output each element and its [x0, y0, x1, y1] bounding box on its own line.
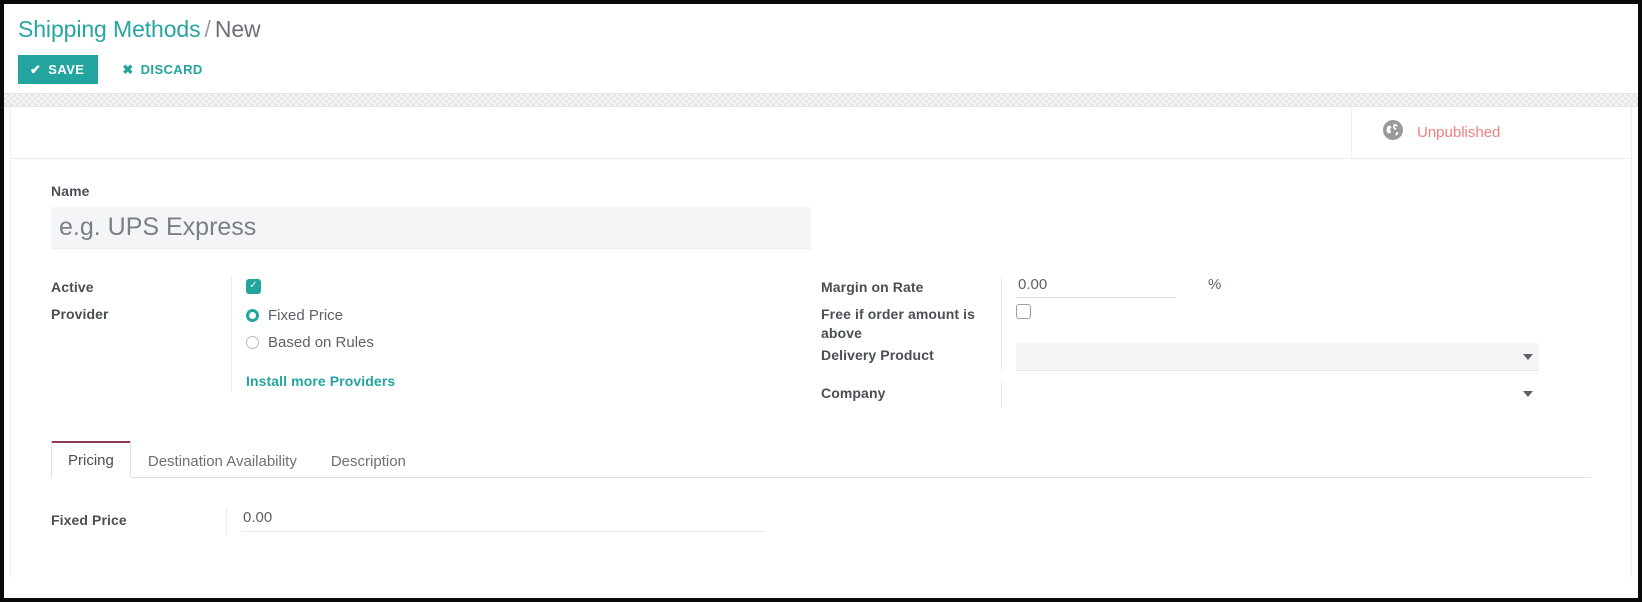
provider-option-label: Fixed Price: [268, 307, 344, 324]
tab-destination-availability[interactable]: Destination Availability: [131, 443, 314, 478]
chevron-down-icon[interactable]: [1523, 354, 1533, 360]
discard-button[interactable]: ✖ DISCARD: [110, 55, 214, 84]
breadcrumb-current: New: [214, 16, 261, 42]
breadcrumb-separator: /: [204, 16, 211, 42]
chevron-down-icon[interactable]: [1523, 391, 1533, 397]
active-checkbox[interactable]: ✓: [246, 278, 261, 294]
provider-value: Fixed Price Based on Rules Install more …: [231, 302, 821, 391]
discard-button-label: DISCARD: [140, 61, 203, 77]
percent-suffix: %: [1208, 276, 1222, 293]
fixed-price-input[interactable]: [241, 508, 765, 532]
tab-description[interactable]: Description: [314, 443, 423, 478]
free-if-order-amount-row: Free if order amount is above: [821, 302, 1591, 343]
install-more-providers-link[interactable]: Install more Providers: [246, 373, 395, 389]
name-field-group: Name: [51, 183, 1591, 249]
fixed-price-label: Fixed Price: [51, 512, 127, 528]
notebook: Pricing Destination Availability Descrip…: [11, 440, 1631, 535]
company-label: Company: [821, 385, 886, 401]
provider-label: Provider: [51, 306, 109, 322]
radio-unselected-icon: [246, 336, 259, 349]
provider-radio-based-on-rules[interactable]: Based on Rules: [246, 329, 821, 356]
name-label: Name: [51, 183, 90, 199]
save-button-label: SAVE: [48, 61, 85, 77]
sheet-header: Unpublished: [11, 107, 1631, 159]
margin-on-rate-input[interactable]: [1016, 275, 1176, 298]
check-icon: ✔: [30, 61, 42, 77]
sheet-top-texture: [4, 93, 1638, 107]
app-window: Shipping Methods/New ✔ SAVE ✖ DISCARD: [0, 0, 1642, 602]
fixed-price-value: [226, 508, 1591, 535]
active-value: ✓: [231, 275, 821, 302]
delivery-product-input[interactable]: [1016, 343, 1539, 371]
save-button[interactable]: ✔ SAVE: [18, 54, 99, 84]
delivery-product-value: [1001, 343, 1591, 371]
form-sheet: Unpublished Name Active ✓: [10, 107, 1632, 577]
margin-on-rate-row: Margin on Rate %: [821, 275, 1591, 302]
active-label: Active: [51, 279, 94, 295]
breadcrumb-root-link[interactable]: Shipping Methods: [18, 16, 201, 42]
tab-pane-pricing: Fixed Price: [51, 478, 1591, 535]
provider-option-label: Based on Rules: [268, 334, 374, 351]
provider-field-row: Provider Fixed Price Based on Rules Inst…: [51, 302, 821, 391]
notebook-tabs: Pricing Destination Availability Descrip…: [51, 440, 1591, 478]
action-button-row: ✔ SAVE ✖ DISCARD: [18, 53, 1638, 85]
form-column-right: Margin on Rate % Free if order amount is…: [821, 275, 1591, 408]
provider-radio-fixed-price[interactable]: Fixed Price: [246, 302, 821, 329]
margin-on-rate-label: Margin on Rate: [821, 279, 924, 295]
times-icon: ✖: [122, 61, 134, 77]
form-columns: Active ✓ Provider Fixed Price Based on R…: [51, 275, 1591, 408]
free-if-order-amount-value: [1001, 302, 1591, 343]
active-field-row: Active ✓: [51, 275, 821, 302]
delivery-product-select[interactable]: [1016, 343, 1539, 371]
name-input[interactable]: [51, 207, 811, 249]
free-if-order-amount-checkbox[interactable]: [1016, 304, 1031, 319]
delivery-product-label: Delivery Product: [821, 347, 934, 363]
company-select[interactable]: [1016, 381, 1539, 407]
status-badge: Unpublished: [1417, 124, 1501, 141]
company-row: Company: [821, 381, 1591, 408]
margin-on-rate-value: %: [1001, 275, 1591, 302]
control-panel: Shipping Methods / New ✔ SAVE ✖ DISCARD: [4, 4, 1638, 85]
company-value: [1001, 381, 1591, 408]
breadcrumb: Shipping Methods / New: [18, 14, 1638, 44]
fixed-price-row: Fixed Price: [51, 508, 1591, 535]
form-column-left: Active ✓ Provider Fixed Price Based on R…: [51, 275, 821, 408]
radio-selected-icon: [246, 309, 259, 322]
form-body: Name Active ✓ Provider: [11, 159, 1631, 408]
free-if-order-amount-label: Free if order amount is above: [821, 306, 975, 341]
publish-status-widget[interactable]: Unpublished: [1351, 107, 1631, 158]
tab-pricing[interactable]: Pricing: [51, 441, 131, 478]
delivery-product-row: Delivery Product: [821, 343, 1591, 371]
globe-icon: [1382, 119, 1404, 146]
company-input[interactable]: [1016, 381, 1539, 407]
